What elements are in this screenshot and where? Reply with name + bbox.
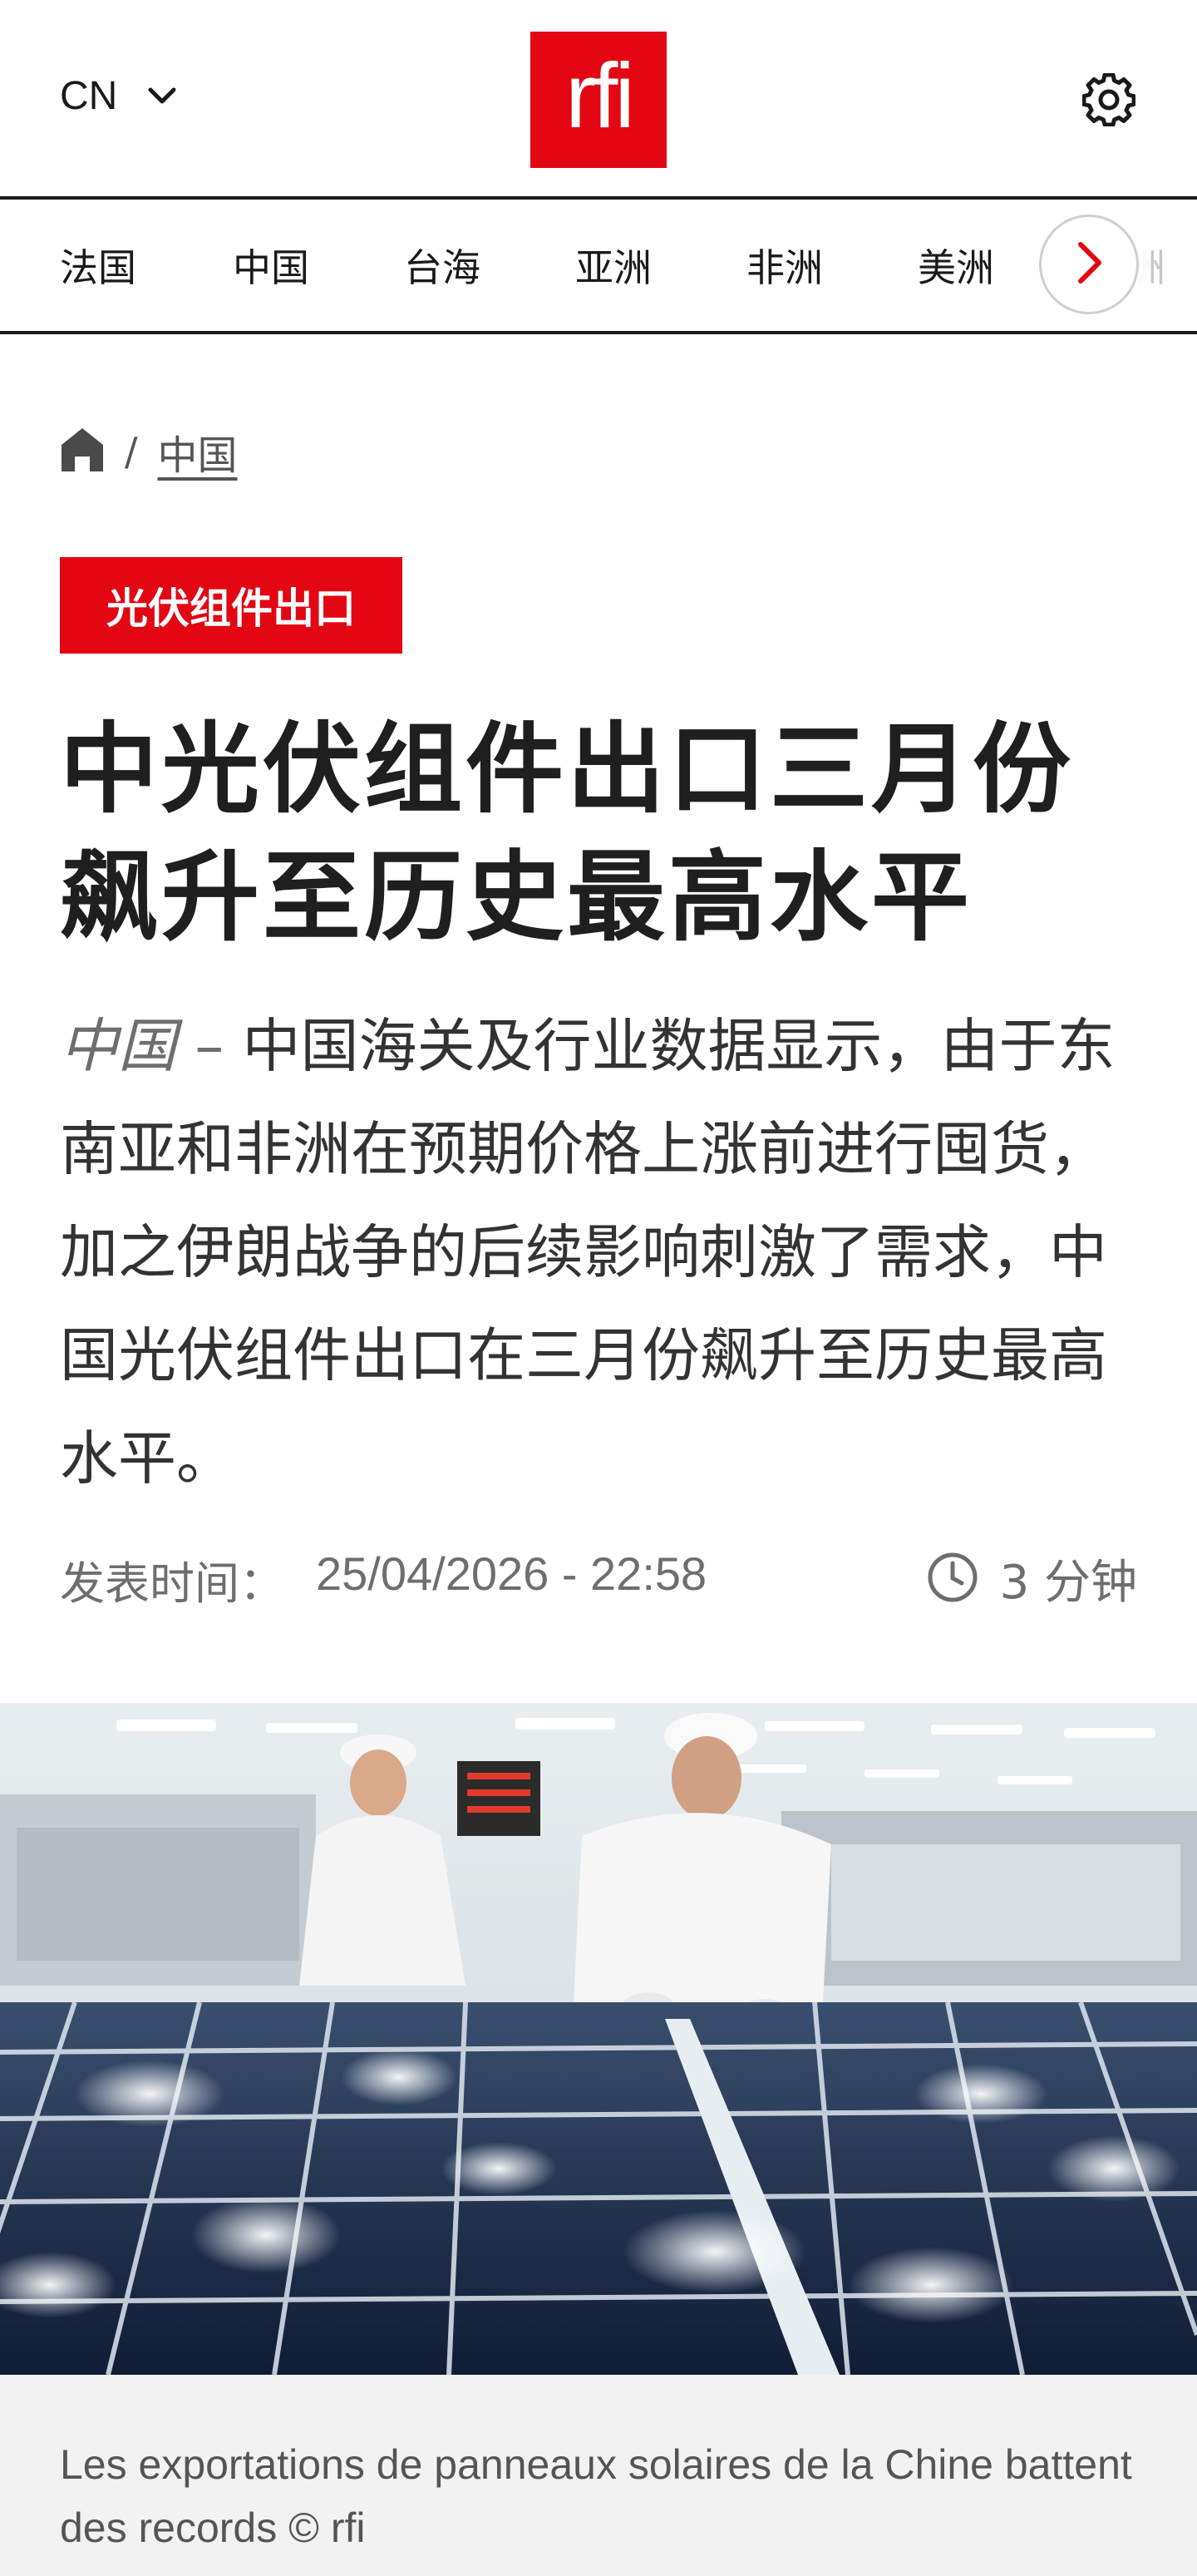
article-lead: 中国 – 中国海关及行业数据显示，由于东南亚和非洲在预期价格上涨前进行囤货，加之…	[60, 994, 1140, 1510]
home-icon[interactable]	[60, 427, 105, 476]
article-title: 中光伏组件出口三月份飙升至历史最高水平	[60, 712, 1075, 955]
breadcrumb-link-china[interactable]: 中国	[158, 422, 238, 481]
nav-item-taiwan-strait[interactable]: 台海	[404, 238, 480, 293]
topic-tag[interactable]: 光伏组件出口	[60, 557, 402, 654]
read-time-label: 3 分钟	[999, 1556, 1137, 1610]
clock-icon	[927, 1552, 978, 1606]
gear-icon[interactable]	[1081, 72, 1136, 127]
breadcrumb-separator: /	[125, 429, 138, 474]
article-meta: 发表时间： 25/04/2026 - 22:58 3 分钟	[60, 1540, 1137, 1610]
chevron-down-icon	[145, 80, 179, 113]
nav-item-africa[interactable]: 非洲	[746, 238, 823, 293]
published-date: 25/04/2026 - 22:58	[316, 1547, 707, 1600]
article-photo	[0, 1703, 1197, 2375]
language-label: CN	[60, 74, 118, 118]
chevron-right-icon	[1072, 239, 1106, 289]
rfi-logo[interactable]: rfi	[530, 32, 667, 168]
lead-location: 中国	[60, 1012, 176, 1080]
published-label: 发表时间：	[60, 1557, 284, 1610]
nav-item-americas[interactable]: 美洲	[918, 238, 994, 293]
nav-item-china[interactable]: 中国	[233, 238, 309, 293]
lead-text: 中国海关及行业数据显示，由于东南亚和非洲在预期价格上涨前进行囤货，加之伊朗战争的…	[60, 1012, 1116, 1493]
nav-item-asia[interactable]: 亚洲	[575, 238, 652, 293]
logo-text: rfi	[565, 45, 635, 147]
language-selector[interactable]: CN	[60, 73, 179, 119]
read-time: 3 分钟	[927, 1545, 1137, 1612]
nav-next-button[interactable]	[1039, 215, 1139, 314]
site-header: CN rfi	[0, 0, 1197, 200]
nav-item-france[interactable]: 法国	[60, 238, 136, 293]
photo-caption: Les exportations de panneaux solaires de…	[60, 2441, 1132, 2551]
lead-dash: –	[195, 1012, 224, 1080]
topic-tag-label: 光伏组件出口	[106, 585, 356, 633]
section-nav: 法国 中国 台海 亚洲 非洲 美洲 洲	[0, 203, 1197, 334]
breadcrumb: / 中国	[60, 422, 238, 481]
